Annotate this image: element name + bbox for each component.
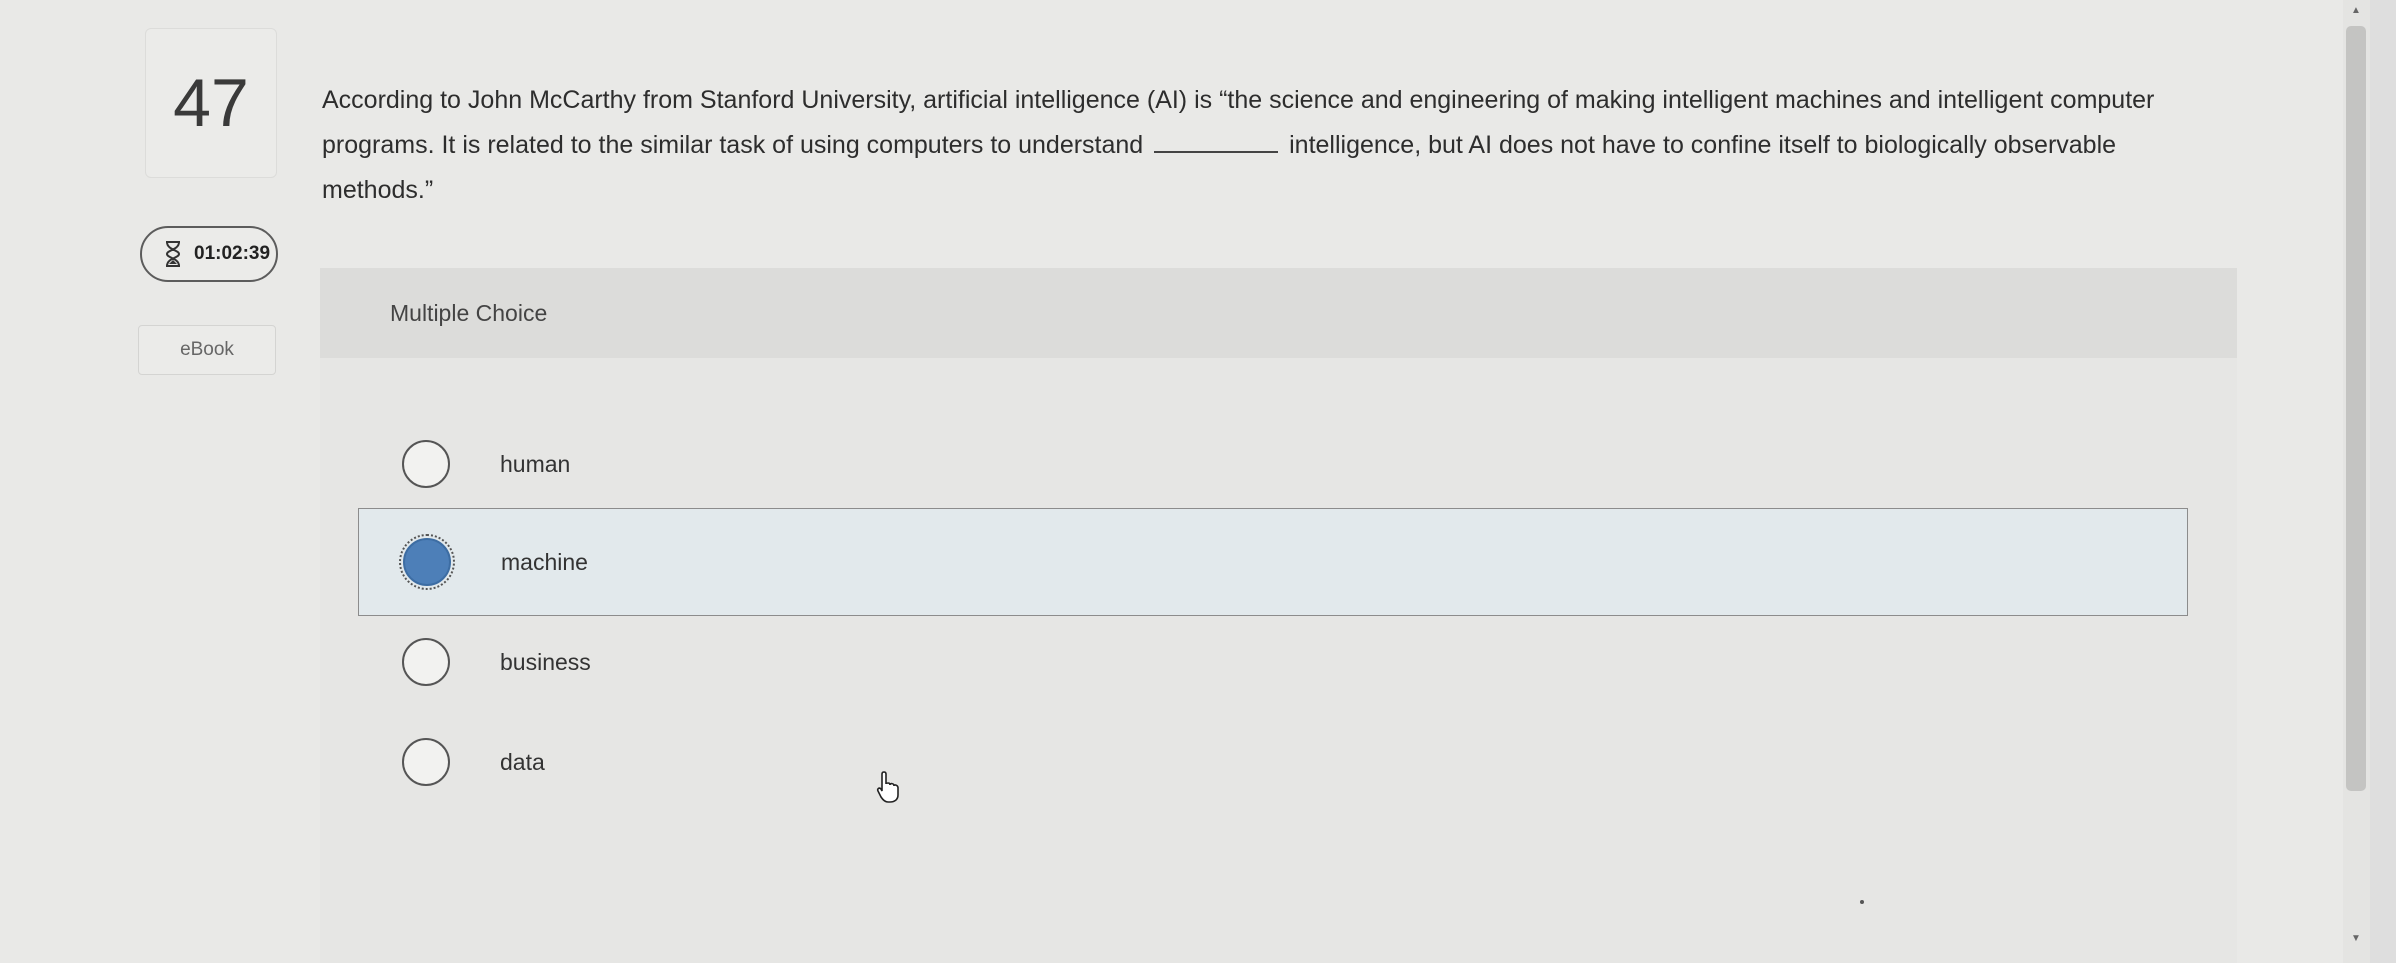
radio-button[interactable] — [402, 738, 450, 786]
option-label: human — [500, 450, 571, 477]
option-label: business — [500, 648, 591, 675]
timer-badge[interactable]: 01:02:39 — [140, 226, 278, 282]
radio-button[interactable] — [402, 638, 450, 686]
timer-value: 01:02:39 — [194, 243, 271, 264]
vertical-scrollbar[interactable]: ▲ ▼ — [2343, 0, 2370, 963]
option-data[interactable]: data — [358, 708, 2188, 816]
stray-dot — [1860, 900, 1864, 904]
quiz-page: 47 01:02:39 eBook According to John McCa… — [0, 0, 2396, 963]
options-list: human machine business data — [320, 358, 2237, 963]
option-business[interactable]: business — [358, 608, 2188, 716]
window-edge — [2370, 0, 2396, 963]
option-machine[interactable]: machine — [358, 508, 2188, 616]
option-human[interactable]: human — [358, 410, 2188, 518]
answer-panel: Multiple Choice human machine business d… — [320, 268, 2237, 963]
hourglass-icon — [164, 240, 182, 268]
answer-blank — [1154, 133, 1279, 153]
scroll-thumb[interactable] — [2346, 26, 2366, 791]
scroll-up-icon[interactable]: ▲ — [2351, 6, 2361, 16]
question-text: According to John McCarthy from Stanford… — [322, 78, 2212, 213]
panel-heading: Multiple Choice — [320, 268, 2237, 358]
radio-button-selected[interactable] — [399, 534, 455, 590]
radio-button[interactable] — [402, 440, 450, 488]
ebook-button[interactable]: eBook — [138, 325, 276, 375]
hand-cursor-icon — [876, 771, 899, 803]
question-number: 47 — [145, 28, 277, 178]
option-label: data — [500, 748, 545, 775]
option-label: machine — [501, 548, 588, 575]
scroll-down-icon[interactable]: ▼ — [2351, 934, 2361, 944]
